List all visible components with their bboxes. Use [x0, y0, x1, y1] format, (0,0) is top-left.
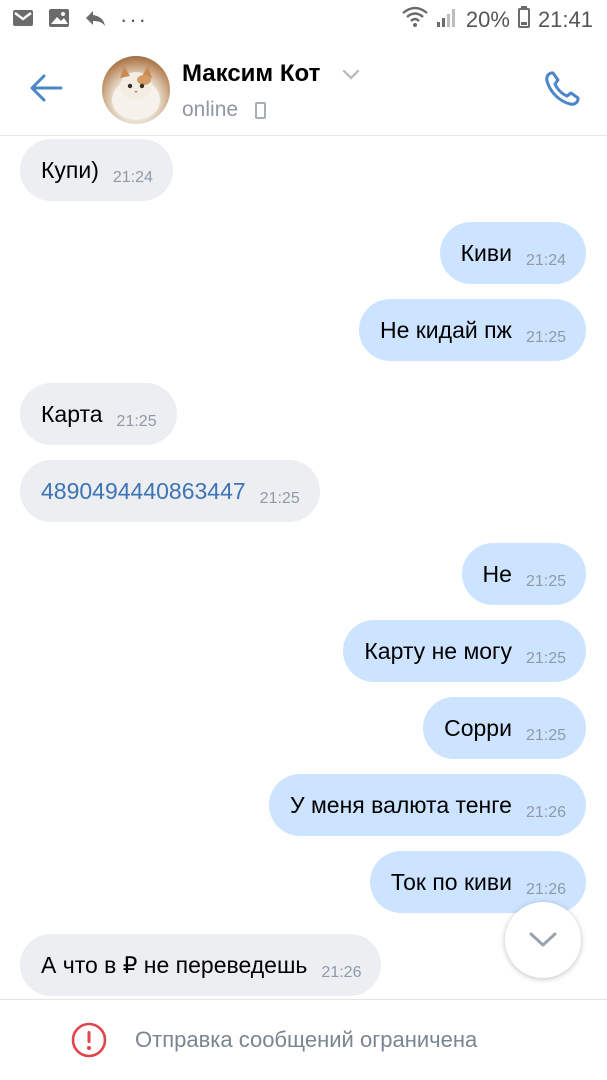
message-bubble[interactable]: У меня валюта тенге 21:26 [268, 774, 586, 836]
call-button[interactable] [539, 66, 585, 112]
message-time: 21:24 [112, 169, 153, 186]
message-bubble[interactable]: Сорри 21:25 [423, 697, 586, 759]
message-time: 21:26 [525, 881, 566, 898]
back-button[interactable] [22, 66, 70, 110]
contact-name[interactable]: Максим Кот [182, 60, 320, 88]
message-text: А что в ₽ не переведешь [41, 951, 308, 978]
signal-icon [436, 6, 458, 34]
message-time: 21:25 [116, 413, 157, 430]
message-text: Карта [41, 400, 103, 427]
message-time: 21:25 [525, 650, 566, 667]
notification-icons: ··· [12, 8, 148, 32]
restricted-message: Отправка сообщений ограничена [135, 1027, 478, 1052]
message-text: У меня валюта тенге [289, 791, 512, 818]
message-text: Купи) [41, 156, 99, 183]
message-text: Ток по киви [390, 868, 512, 895]
card-number-link[interactable]: 4890494440863447 [20, 478, 246, 505]
message-bubble[interactable]: Купи) 21:24 [20, 139, 173, 201]
reply-icon [84, 9, 106, 32]
scroll-down-button[interactable] [505, 902, 581, 978]
message-text: Сорри [444, 714, 512, 741]
message-bubble[interactable]: Карту не могу 21:25 [343, 620, 586, 682]
message-time: 21:26 [321, 964, 362, 981]
chevron-down-icon [529, 932, 557, 947]
chat-header: Максим Кот online [0, 40, 607, 136]
message-list[interactable]: Купи) 21:24 Киви 21:24 Не кидай пж 21:25… [0, 137, 607, 999]
gmail-icon [12, 9, 34, 32]
message-bubble[interactable]: 4890494440863447 21:25 [20, 460, 320, 522]
message-text: Карту не могу [364, 637, 512, 664]
message-text: Не кидай пж [379, 316, 512, 343]
status-bar: ··· 20% 21:41 [0, 0, 607, 40]
message-time: 21:25 [525, 573, 566, 590]
overflow-dots-icon: ··· [120, 7, 148, 32]
battery-icon [517, 6, 530, 34]
clock: 21:41 [537, 7, 593, 32]
message-time: 21:26 [525, 804, 566, 821]
mobile-icon [255, 102, 266, 119]
message-bubble[interactable]: Не кидай пж 21:25 [358, 299, 586, 361]
message-text: Киви [460, 239, 512, 266]
message-bubble[interactable]: Карта 21:25 [20, 383, 177, 445]
wifi-icon [402, 6, 428, 34]
chevron-down-icon[interactable] [342, 68, 360, 86]
message-time: 21:24 [525, 252, 566, 269]
message-bubble[interactable]: А что в ₽ не переведешь 21:26 [20, 934, 382, 996]
system-status: 20% 21:41 [402, 6, 593, 34]
online-status: online [182, 98, 239, 121]
message-bubble[interactable]: Киви 21:24 [439, 222, 586, 284]
message-time: 21:25 [525, 727, 566, 744]
gallery-icon [48, 8, 70, 33]
message-time: 21:25 [259, 490, 300, 507]
battery-percent: 20% [465, 7, 510, 32]
phone-icon [545, 71, 580, 106]
message-text: Не [482, 560, 512, 587]
back-arrow-icon [30, 74, 63, 102]
restricted-footer: Отправка сообщений ограничена [0, 999, 607, 1080]
message-bubble[interactable]: Не 21:25 [461, 543, 586, 605]
message-time: 21:25 [525, 329, 566, 346]
contact-avatar[interactable] [102, 56, 170, 124]
warning-icon [71, 1022, 107, 1058]
